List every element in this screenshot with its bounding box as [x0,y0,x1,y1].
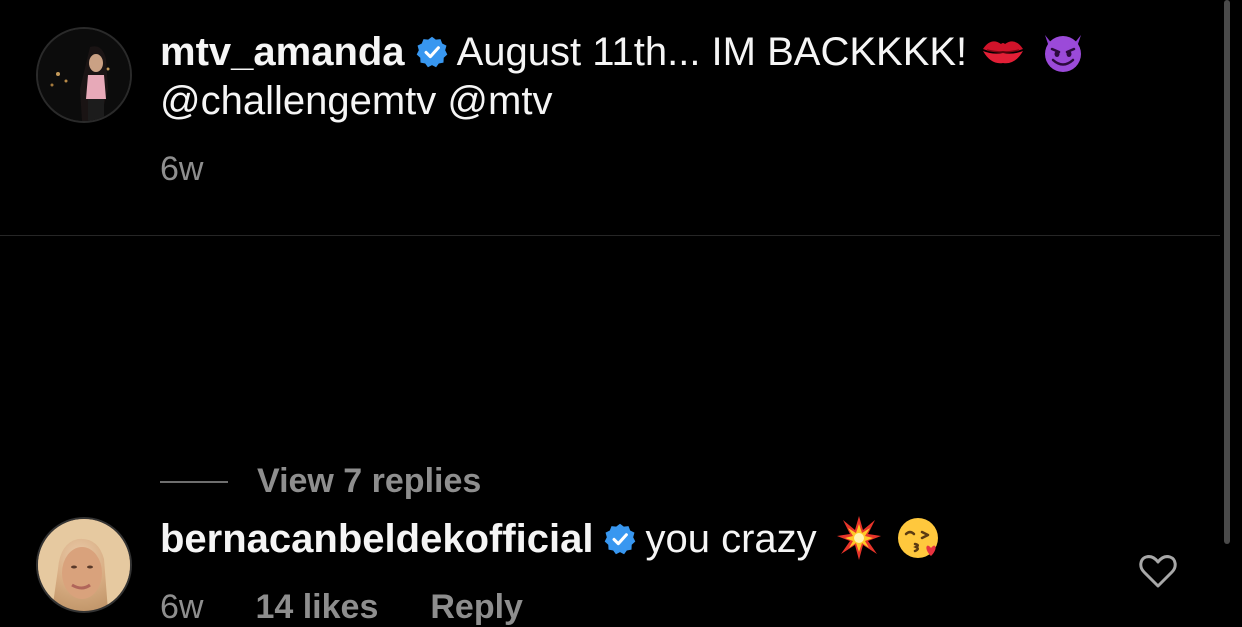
mentions[interactable]: @challengemtv @mtv [160,79,552,123]
comment-body: you crazy [645,517,817,561]
kiss-mark-icon [983,41,1024,64]
kissing-face-icon [897,518,938,558]
username[interactable]: mtv_amanda [160,30,405,74]
reply-button[interactable]: Reply [430,588,523,627]
timestamp: 6w [160,150,204,188]
verified-badge-icon [416,36,447,68]
comment-body: August 11th... IM BACKKKK! [456,30,968,74]
view-replies-button[interactable]: View 7 replies [160,462,481,501]
username[interactable]: bernacanbeldekofficial [160,517,593,561]
comment-text: mtv_amanda August 11th... IM BACKKKK! @c… [160,27,1170,126]
avatar-photo [38,519,130,611]
smiling-devil-icon [1045,35,1082,72]
avatar-photo [38,29,130,121]
comment-meta: 6w [160,150,203,189]
view-replies-label[interactable]: View 7 replies [257,462,481,501]
comment-item: mtv_amanda August 11th... IM BACKKKK! @c… [0,0,1220,236]
comment-meta: 6w 14 likes Reply [160,588,523,627]
scrollbar[interactable] [1224,0,1230,544]
likes-count[interactable]: 14 likes [255,588,378,627]
like-heart-icon[interactable] [1138,552,1178,590]
replies-line [160,480,228,483]
comment-text: bernacanbeldekofficial you crazy [160,514,1110,564]
collision-icon [836,516,881,560]
timestamp: 6w [160,588,204,626]
avatar[interactable] [36,517,132,613]
avatar[interactable] [36,27,132,123]
verified-badge-icon [605,523,636,555]
